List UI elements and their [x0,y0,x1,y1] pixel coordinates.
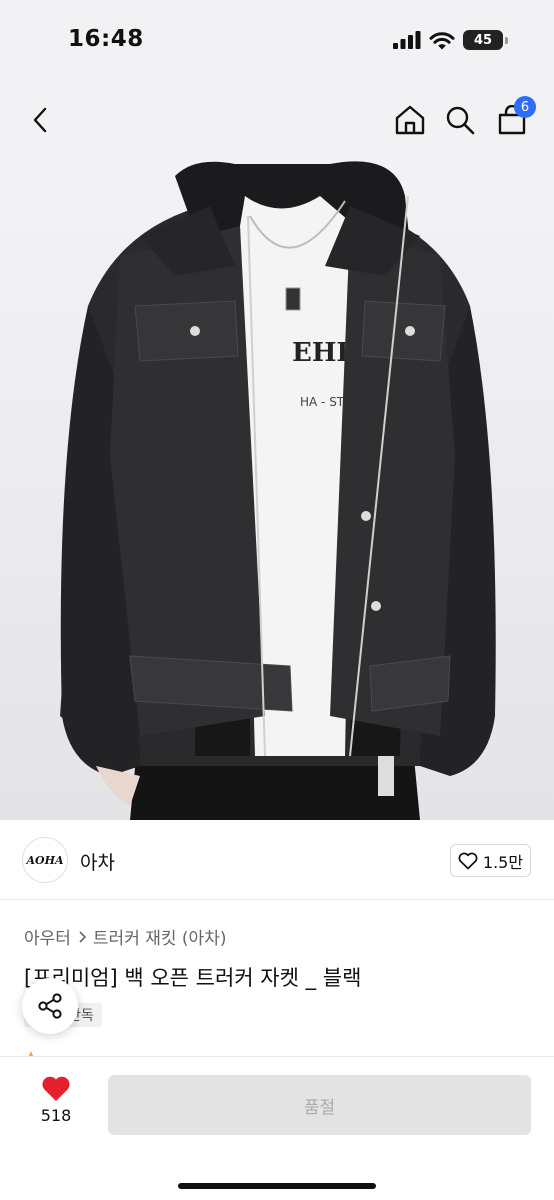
chevron-left-icon [33,107,47,133]
cellular-signal-icon [393,31,421,49]
heart-outline-icon [458,852,478,869]
home-button[interactable] [392,102,428,138]
wishlist-count: 518 [40,1106,72,1125]
home-icon [395,105,425,135]
breadcrumb-subcategory[interactable]: 트러커 재킷 (아차) [93,924,227,949]
bottom-action-bar: 518 품절 [0,1056,554,1200]
product-photo-jacket: EHIC HA - STU [60,161,496,820]
back-button[interactable] [22,102,58,138]
battery-nub [505,36,508,44]
wishlist-button[interactable]: 518 [28,1075,84,1135]
status-bar: 16:48 45 [0,0,554,84]
brand-like-count: 1.5만 [482,852,524,872]
search-button[interactable] [442,102,478,138]
app-header: 6 [0,84,554,156]
heart-filled-icon [42,1076,70,1101]
breadcrumb: 아우터 트러커 재킷 (아차) [24,924,226,949]
status-time: 16:48 [68,26,144,52]
cart-count-badge: 6 [514,96,536,118]
product-image[interactable]: EHIC HA - STU [0,156,554,820]
home-indicator[interactable] [178,1183,376,1189]
battery-percent: 45 [473,32,493,48]
search-icon [446,106,475,135]
brand-like-button[interactable]: 1.5만 [450,844,531,877]
share-icon [38,993,62,1019]
brand-name[interactable]: 아차 [80,848,115,875]
breadcrumb-category[interactable]: 아우터 [24,924,71,949]
status-icons: 45 [393,30,508,50]
battery-icon: 45 [463,30,503,50]
brand-logo[interactable]: AOHA [22,837,68,883]
share-button[interactable] [22,978,78,1034]
product-title: [프리미엄] 백 오픈 트러커 자켓 _ 블랙 [24,966,362,990]
chevron-right-icon [79,930,87,943]
cart-button[interactable]: 6 [494,96,536,138]
brand-row: AOHA 아차 1.5만 [0,820,554,900]
wifi-icon [429,31,455,49]
brand-logo-text: AOHA [26,853,64,867]
soldout-button[interactable]: 품절 [108,1075,531,1135]
